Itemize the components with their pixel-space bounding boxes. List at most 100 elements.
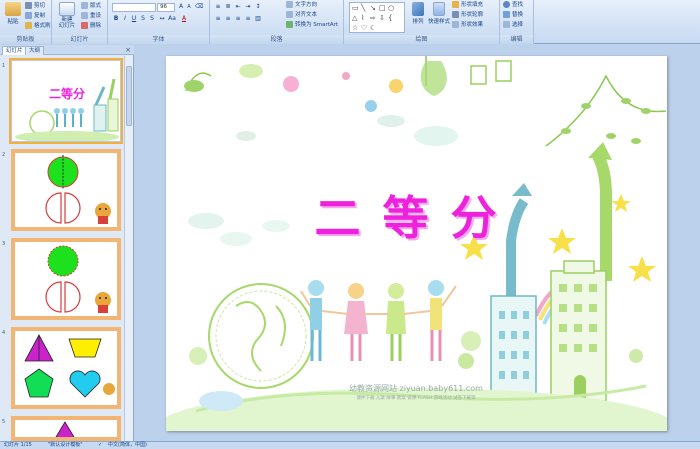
font-color-button[interactable]: A xyxy=(180,15,188,23)
watermark-text: 幼教资源网站 ziyuan.baby611.com xyxy=(349,384,483,393)
align-text-button[interactable]: 对齐文本 xyxy=(286,11,317,20)
close-icon[interactable]: × xyxy=(125,46,131,54)
spellcheck-icon[interactable]: ✓ xyxy=(98,442,102,449)
quick-styles-button[interactable]: 快速样式 xyxy=(428,2,450,25)
slide-number: 5 xyxy=(2,419,6,425)
shape-outline-button[interactable]: 形状轮廓 xyxy=(452,11,483,20)
triangle-shape-icon[interactable]: △ xyxy=(352,14,357,22)
drawing-group-label: 绘图 xyxy=(344,35,499,44)
slides-group-label: 幻灯片 xyxy=(52,35,107,44)
zigzag-shape-icon[interactable]: ⌇ xyxy=(361,14,364,22)
clear-format-button[interactable]: ⌫ xyxy=(195,3,203,11)
slide-editing-area: 二等分 幼教资源网站 ziyuan.baby611.com 课件下载 儿歌 故事… xyxy=(135,45,700,441)
copy-icon xyxy=(25,12,32,19)
paragraph-group-label: 段落 xyxy=(210,35,343,44)
scrollbar-thumb[interactable] xyxy=(126,66,132,126)
change-case-button[interactable]: Aa xyxy=(168,15,176,23)
slide-number: 3 xyxy=(2,241,6,247)
bullets-button[interactable]: ≡ xyxy=(214,3,222,11)
slide-1-title: 二等分 xyxy=(49,86,85,101)
underline-button[interactable]: U xyxy=(130,15,138,23)
oval-shape-icon[interactable]: ○ xyxy=(388,4,394,12)
shape-effects-button[interactable]: 形状效果 xyxy=(452,21,483,30)
char-spacing-button[interactable]: ↔ xyxy=(158,15,166,23)
slide-thumbnail-2[interactable] xyxy=(11,149,121,231)
shape-fill-button[interactable]: 形状填充 xyxy=(452,1,483,10)
reset-icon xyxy=(81,12,88,19)
select-button[interactable]: 选择 xyxy=(503,21,523,30)
heart-shape-icon[interactable]: ♡ xyxy=(361,24,367,32)
layout-button[interactable]: 版式 xyxy=(81,2,101,11)
slide-4-preview xyxy=(24,334,115,398)
theme-name: "默认设计模板" xyxy=(48,442,83,448)
italic-button[interactable]: I xyxy=(121,15,129,23)
brace-shape-icon[interactable]: { xyxy=(388,14,392,22)
moon-shape-icon[interactable]: ☾ xyxy=(370,24,376,32)
new-slide-button[interactable]: 新建 幻灯片 xyxy=(55,2,79,29)
reset-button[interactable]: 重设 xyxy=(81,12,101,21)
bold-button[interactable]: B xyxy=(112,15,120,23)
text-direction-button[interactable]: 文字方向 xyxy=(286,1,317,10)
arrow-down-shape-icon[interactable]: ⇩ xyxy=(379,14,385,22)
align-left-button[interactable]: ≡ xyxy=(214,15,222,23)
replace-button[interactable]: 替换 xyxy=(503,11,523,20)
textbox-shape-icon[interactable]: ▭ xyxy=(352,4,359,12)
tab-outline[interactable]: 大纲 xyxy=(25,46,45,55)
columns-button[interactable]: ▥ xyxy=(254,15,262,23)
numbering-button[interactable]: ≣ xyxy=(224,3,232,11)
arrange-icon xyxy=(412,2,424,16)
thumbnail-scrollbar[interactable] xyxy=(124,56,133,441)
slide-thumbnail-5[interactable] xyxy=(11,416,121,441)
paste-button[interactable]: 粘贴 xyxy=(2,2,24,25)
shapes-gallery[interactable]: ▭ ╲ ↘ □ ○ △ ⌇ ⇨ ⇩ { ☆ ♡ ☾ xyxy=(349,2,405,33)
smartart-button[interactable]: 转换为 SmartArt xyxy=(286,21,338,30)
pane-tabs: 幻灯片 大纲 × xyxy=(0,45,134,55)
align-text-icon xyxy=(286,11,293,18)
align-center-button[interactable]: ≡ xyxy=(224,15,232,23)
font-name-combo[interactable] xyxy=(112,3,156,12)
cursor-icon xyxy=(503,21,510,28)
slides-group: 新建 幻灯片 版式 重设 删除 幻灯片 xyxy=(52,0,108,44)
current-slide[interactable]: 二等分 幼教资源网站 ziyuan.baby611.com 课件下载 儿歌 故事… xyxy=(166,56,667,431)
quick-styles-icon xyxy=(433,2,445,16)
line-spacing-button[interactable]: ↕ xyxy=(254,3,262,11)
scissors-icon xyxy=(25,2,32,9)
arrow-right-shape-icon[interactable]: ⇨ xyxy=(370,14,376,22)
font-size-combo[interactable]: 96 xyxy=(157,3,175,12)
star-shape-icon[interactable]: ☆ xyxy=(352,24,358,32)
delete-icon xyxy=(81,22,88,29)
clipboard-group-label: 剪贴板 xyxy=(0,35,51,44)
slide-thumbnail-4[interactable] xyxy=(11,327,121,409)
format-painter-button[interactable]: 格式刷 xyxy=(25,22,51,31)
slide-number: 2 xyxy=(2,152,6,158)
arrow-shape-icon[interactable]: ↘ xyxy=(370,4,376,12)
text-direction-icon xyxy=(286,1,293,8)
slide-number: 1 xyxy=(2,63,6,69)
shadow-button[interactable]: S xyxy=(148,15,156,23)
decrease-indent-button[interactable]: ⇤ xyxy=(234,3,242,11)
effects-icon xyxy=(452,21,459,28)
slide-title[interactable]: 二等分 xyxy=(166,182,667,248)
line-shape-icon[interactable]: ╲ xyxy=(361,4,365,12)
copy-button[interactable]: 复制 xyxy=(25,12,45,21)
find-button[interactable]: 查找 xyxy=(503,1,523,10)
cut-button[interactable]: 剪切 xyxy=(25,2,45,11)
justify-button[interactable]: ≡ xyxy=(244,15,252,23)
slide-1-preview: 二等分 xyxy=(12,61,120,141)
font-group: 96 A A ⌫ B I U S S ↔ Aa A 字体 xyxy=(108,0,210,44)
language-indicator[interactable]: 中文(简体，中国) xyxy=(108,442,147,449)
paragraph-group: ≡ ≣ ⇤ ⇥ ↕ ≡ ≡ ≡ ≡ ▥ 文字方向 对齐文本 转换为 SmartA… xyxy=(210,0,344,44)
tab-slides[interactable]: 幻灯片 xyxy=(2,46,27,55)
strikethrough-button[interactable]: S xyxy=(139,15,147,23)
increase-indent-button[interactable]: ⇥ xyxy=(244,3,252,11)
grow-font-button[interactable]: A xyxy=(177,3,185,11)
slides-pane: 幻灯片 大纲 × 1 二等分 2 3 4 5 xyxy=(0,45,134,441)
slide-thumbnail-1[interactable]: 二等分 xyxy=(9,58,123,144)
align-right-button[interactable]: ≡ xyxy=(234,15,242,23)
rectangle-shape-icon[interactable]: □ xyxy=(379,4,386,12)
shrink-font-button[interactable]: A xyxy=(185,3,193,11)
replace-icon xyxy=(503,11,510,18)
arrange-button[interactable]: 排列 xyxy=(410,2,426,25)
slide-thumbnail-3[interactable] xyxy=(11,238,121,320)
delete-slide-button[interactable]: 删除 xyxy=(81,22,101,31)
